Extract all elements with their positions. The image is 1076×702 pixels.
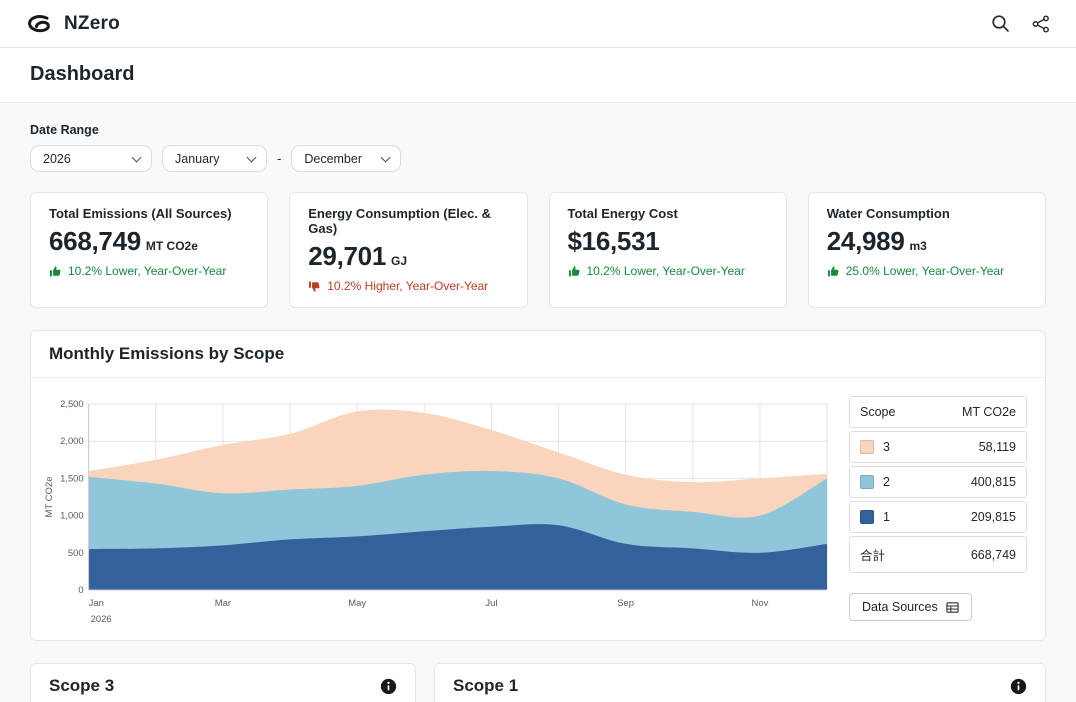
svg-text:MT CO2e: MT CO2e	[44, 477, 55, 518]
legend-header-scope: Scope	[860, 405, 896, 419]
svg-text:1,500: 1,500	[60, 473, 84, 484]
legend-value: 58,119	[978, 440, 1016, 454]
chart-title: Monthly Emissions by Scope	[49, 344, 285, 363]
end-month-select[interactable]: December	[291, 145, 402, 172]
monthly-emissions-card: Monthly Emissions by Scope 0 500 1,000 1,50…	[30, 330, 1046, 641]
svg-text:Mar: Mar	[215, 598, 231, 609]
scope3-swatch	[860, 440, 874, 454]
stat-unit: GJ	[390, 254, 407, 268]
stat-trend: 25.0% Lower, Year-Over-Year	[845, 264, 1005, 278]
svg-text:2026: 2026	[91, 614, 112, 625]
legend-row-scope3: 3 58,119	[849, 431, 1027, 463]
topbar-actions	[991, 14, 1050, 33]
svg-text:2,500: 2,500	[60, 399, 84, 410]
scope-cards-row: Scope 3 Scope 1	[30, 663, 1046, 702]
scope1-card-title: Scope 1	[453, 676, 519, 695]
stat-title: Water Consumption	[826, 206, 950, 221]
thumbs-down-icon	[308, 280, 321, 293]
start-month-select[interactable]: January	[162, 145, 267, 172]
data-sources-button[interactable]: Data Sources	[849, 593, 972, 621]
topbar: NZero	[0, 0, 1076, 48]
legend-value: 209,815	[970, 510, 1016, 524]
svg-text:May: May	[348, 598, 366, 609]
dashboard-content: Date Range 2026 January - December Total…	[0, 103, 1076, 702]
emissions-chart: 0 500 1,000 1,500 2,000 2,500 MT CO2e Jan Mar May…	[44, 399, 828, 625]
stat-trend: 10.2% Higher, Year-Over-Year	[327, 279, 489, 293]
stat-value: 29,701	[308, 241, 386, 271]
stat-card-energy-consumption: Energy Consumption (Elec. & Gas) 29,701 …	[289, 192, 528, 308]
legend-value: 400,815	[970, 475, 1016, 489]
legend-label: 合計	[860, 549, 886, 563]
svg-text:Sep: Sep	[617, 598, 634, 609]
scope1-card: Scope 1	[434, 663, 1046, 702]
legend-row-scope1: 1 209,815	[849, 501, 1027, 533]
legend-label: 1	[883, 510, 890, 524]
info-icon[interactable]	[1010, 678, 1027, 695]
legend-label: 2	[883, 475, 890, 489]
stat-value: 668,749	[49, 226, 141, 256]
svg-text:0: 0	[78, 585, 83, 596]
stat-value: $16,531	[567, 226, 660, 256]
legend-row-total: 合計 668,749	[849, 536, 1027, 573]
info-icon[interactable]	[380, 678, 397, 695]
emissions-chart-area: 0 500 1,000 1,500 2,000 2,500 MT CO2e Jan Mar May…	[39, 394, 833, 626]
chevron-down-icon	[246, 152, 257, 162]
legend-header-unit: MT CO2e	[962, 405, 1016, 419]
legend-header-row: Scope MT CO2e	[849, 396, 1027, 428]
stat-title: Total Energy Cost	[567, 206, 678, 221]
scope2-swatch	[860, 475, 874, 489]
stat-value: 24,989	[826, 226, 905, 256]
legend-value: 668,749	[970, 547, 1016, 562]
thumbs-up-icon	[568, 265, 581, 278]
stat-card-total-emissions: Total Emissions (All Sources) 668,749 MT…	[30, 192, 269, 308]
search-icon[interactable]	[991, 14, 1010, 33]
year-select[interactable]: 2026	[30, 145, 152, 172]
share-icon[interactable]	[1032, 14, 1050, 33]
scope1-swatch	[860, 510, 874, 524]
thumbs-up-icon	[49, 265, 62, 278]
scope3-card-title: Scope 3	[49, 676, 115, 695]
legend-row-scope2: 2 400,815	[849, 466, 1027, 498]
data-sources-label: Data Sources	[862, 600, 938, 614]
svg-text:Jan: Jan	[89, 598, 104, 609]
brand-logo[interactable]: NZero	[26, 13, 120, 35]
svg-text:1,000: 1,000	[60, 511, 84, 522]
end-month-value: December	[304, 151, 363, 166]
legend-label: 3	[883, 440, 890, 454]
start-month-value: January	[175, 151, 220, 166]
page-title-bar: Dashboard	[0, 48, 1076, 103]
page-title: Dashboard	[30, 63, 135, 85]
stat-trend: 10.2% Lower, Year-Over-Year	[68, 264, 227, 278]
stat-unit: m3	[909, 239, 927, 253]
svg-text:2,000: 2,000	[60, 436, 84, 447]
chevron-down-icon	[131, 152, 142, 162]
thumbs-up-icon	[827, 265, 840, 278]
stat-card-energy-cost: Total Energy Cost $16,531 10.2% Lower, Y…	[548, 192, 787, 308]
chevron-down-icon	[380, 152, 391, 162]
stat-cards-row: Total Emissions (All Sources) 668,749 MT…	[30, 192, 1046, 308]
stat-card-water-consumption: Water Consumption 24,989 m3 25.0% Lower,…	[807, 192, 1046, 308]
date-range-label: Date Range	[30, 123, 99, 137]
stat-unit: MT CO2e	[145, 239, 198, 253]
scope3-card: Scope 3	[30, 663, 416, 702]
stat-trend: 10.2% Lower, Year-Over-Year	[586, 264, 745, 278]
svg-text:Nov: Nov	[752, 598, 769, 609]
stat-title: Total Emissions (All Sources)	[49, 206, 232, 221]
year-select-value: 2026	[43, 151, 71, 166]
chart-legend-panel: Scope MT CO2e 3 58,119 2 400,815 1 209,8…	[849, 394, 1027, 626]
range-separator: -	[277, 151, 282, 166]
stat-title: Energy Consumption (Elec. & Gas)	[308, 206, 491, 236]
date-range-section: Date Range 2026 January - December	[30, 123, 1046, 172]
data-table-icon	[946, 601, 959, 614]
brand-name: NZero	[64, 12, 120, 34]
svg-text:500: 500	[68, 548, 84, 559]
svg-text:Jul: Jul	[485, 598, 497, 609]
nzero-loop-icon	[26, 13, 56, 35]
